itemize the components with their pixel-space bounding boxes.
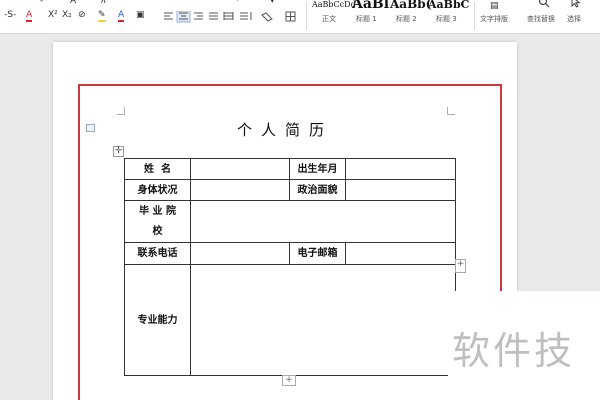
table-row: 专业能力 — [124, 264, 456, 376]
ribbon-toolbar: - A ∧ · ▾ -S- A X² X₂ ⊘ ✎ A ▣ AaBbCcDd 正… — [0, 0, 600, 34]
resume-table[interactable]: 姓 名 出生年月 身体状况 政治面貌 毕 业 院 校 联系电话 电子邮箱 专业能… — [124, 158, 456, 376]
line-spacing-icon — [240, 12, 252, 20]
superscript-button[interactable]: X² — [48, 10, 58, 20]
font-size-decrease-icon[interactable]: - — [40, 0, 43, 6]
watermark-text: 软件技 — [452, 329, 576, 373]
document-title[interactable]: 个人简历 — [200, 119, 370, 140]
skills-label-cell[interactable]: 专业能力 — [124, 264, 191, 376]
style-heading-1[interactable]: AaBl 标题 1 — [352, 0, 390, 30]
align-justify-icon — [209, 12, 218, 20]
distributed-icon — [223, 12, 234, 20]
school-label-cell[interactable]: 毕 业 院 校 — [124, 200, 191, 243]
text-layout-icon[interactable]: ▤ — [490, 1, 499, 11]
health-label-cell[interactable]: 身体状况 — [124, 179, 191, 201]
political-value-cell[interactable] — [345, 179, 456, 201]
ribbon-separator — [306, 2, 307, 30]
dropdown-icon[interactable]: ▾ — [270, 0, 275, 6]
birth-label-cell[interactable]: 出生年月 — [289, 158, 346, 180]
table-row: 姓 名 出生年月 — [124, 158, 456, 180]
shading-icon — [261, 12, 273, 22]
font-color-a-button[interactable]: A — [26, 10, 33, 22]
email-value-cell[interactable] — [345, 242, 456, 265]
cursor-select-icon[interactable] — [571, 0, 581, 8]
align-left-icon — [164, 12, 173, 20]
table-move-handle-icon[interactable]: ✛ — [113, 146, 124, 157]
align-right-icon — [194, 12, 203, 20]
subscript-button[interactable]: X₂ — [62, 10, 72, 20]
margin-corner-mark — [117, 107, 125, 115]
add-column-button[interactable]: + — [455, 259, 466, 273]
paragraph-mark-icon[interactable] — [86, 124, 95, 132]
phone-label-cell[interactable]: 联系电话 — [124, 242, 191, 265]
birth-value-cell[interactable] — [345, 158, 456, 180]
table-row: 身体状况 政治面貌 — [124, 179, 456, 201]
font-a-icon[interactable]: A — [70, 0, 76, 6]
text-layout-label[interactable]: 文字排版 — [480, 14, 508, 24]
ribbon-separator — [474, 2, 475, 30]
name-value-cell[interactable] — [190, 158, 290, 180]
style-heading-3[interactable]: AaBbC 标题 3 — [428, 0, 470, 30]
margin-corner-mark — [447, 107, 455, 115]
paragraph-icon[interactable]: ∧ — [100, 0, 107, 6]
font-color-button[interactable]: A — [118, 10, 125, 22]
select-label[interactable]: 选择 — [567, 14, 581, 24]
school-label-line-1: 毕 业 院 — [139, 206, 176, 217]
table-row: 毕 业 院 校 — [124, 200, 456, 243]
border-icon — [285, 11, 296, 22]
political-label-cell[interactable]: 政治面貌 — [289, 179, 346, 201]
character-border-icon[interactable]: ▣ — [136, 10, 145, 20]
paragraph-align-group — [164, 11, 296, 23]
email-label-cell[interactable]: 电子邮箱 — [289, 242, 346, 265]
style-gallery: AaBbCcDd 正文 AaBl 标题 1 AaBb( 标题 2 AaBbC 标… — [310, 0, 470, 30]
line-spacing-icon[interactable]: · — [236, 0, 239, 6]
school-value-cell[interactable] — [190, 200, 456, 243]
find-replace-label[interactable]: 查找替换 — [527, 14, 555, 24]
add-row-button[interactable]: + — [282, 375, 296, 386]
school-label-line-2: 校 — [152, 226, 163, 237]
phone-value-cell[interactable] — [190, 242, 290, 265]
clear-format-icon[interactable]: ⊘ — [78, 10, 86, 20]
align-center-icon — [176, 11, 191, 23]
health-value-cell[interactable] — [190, 179, 290, 201]
style-normal[interactable]: AaBbCcDd 正文 — [312, 0, 356, 30]
style-heading-2[interactable]: AaBb( 标题 2 — [390, 0, 431, 30]
table-row: 联系电话 电子邮箱 — [124, 242, 456, 265]
skills-value-cell[interactable] — [190, 264, 456, 376]
name-label-cell[interactable]: 姓 名 — [124, 158, 191, 180]
strikethrough-button[interactable]: -S- — [4, 10, 16, 20]
highlight-icon[interactable]: ✎ — [98, 10, 106, 22]
search-icon[interactable] — [538, 0, 550, 8]
